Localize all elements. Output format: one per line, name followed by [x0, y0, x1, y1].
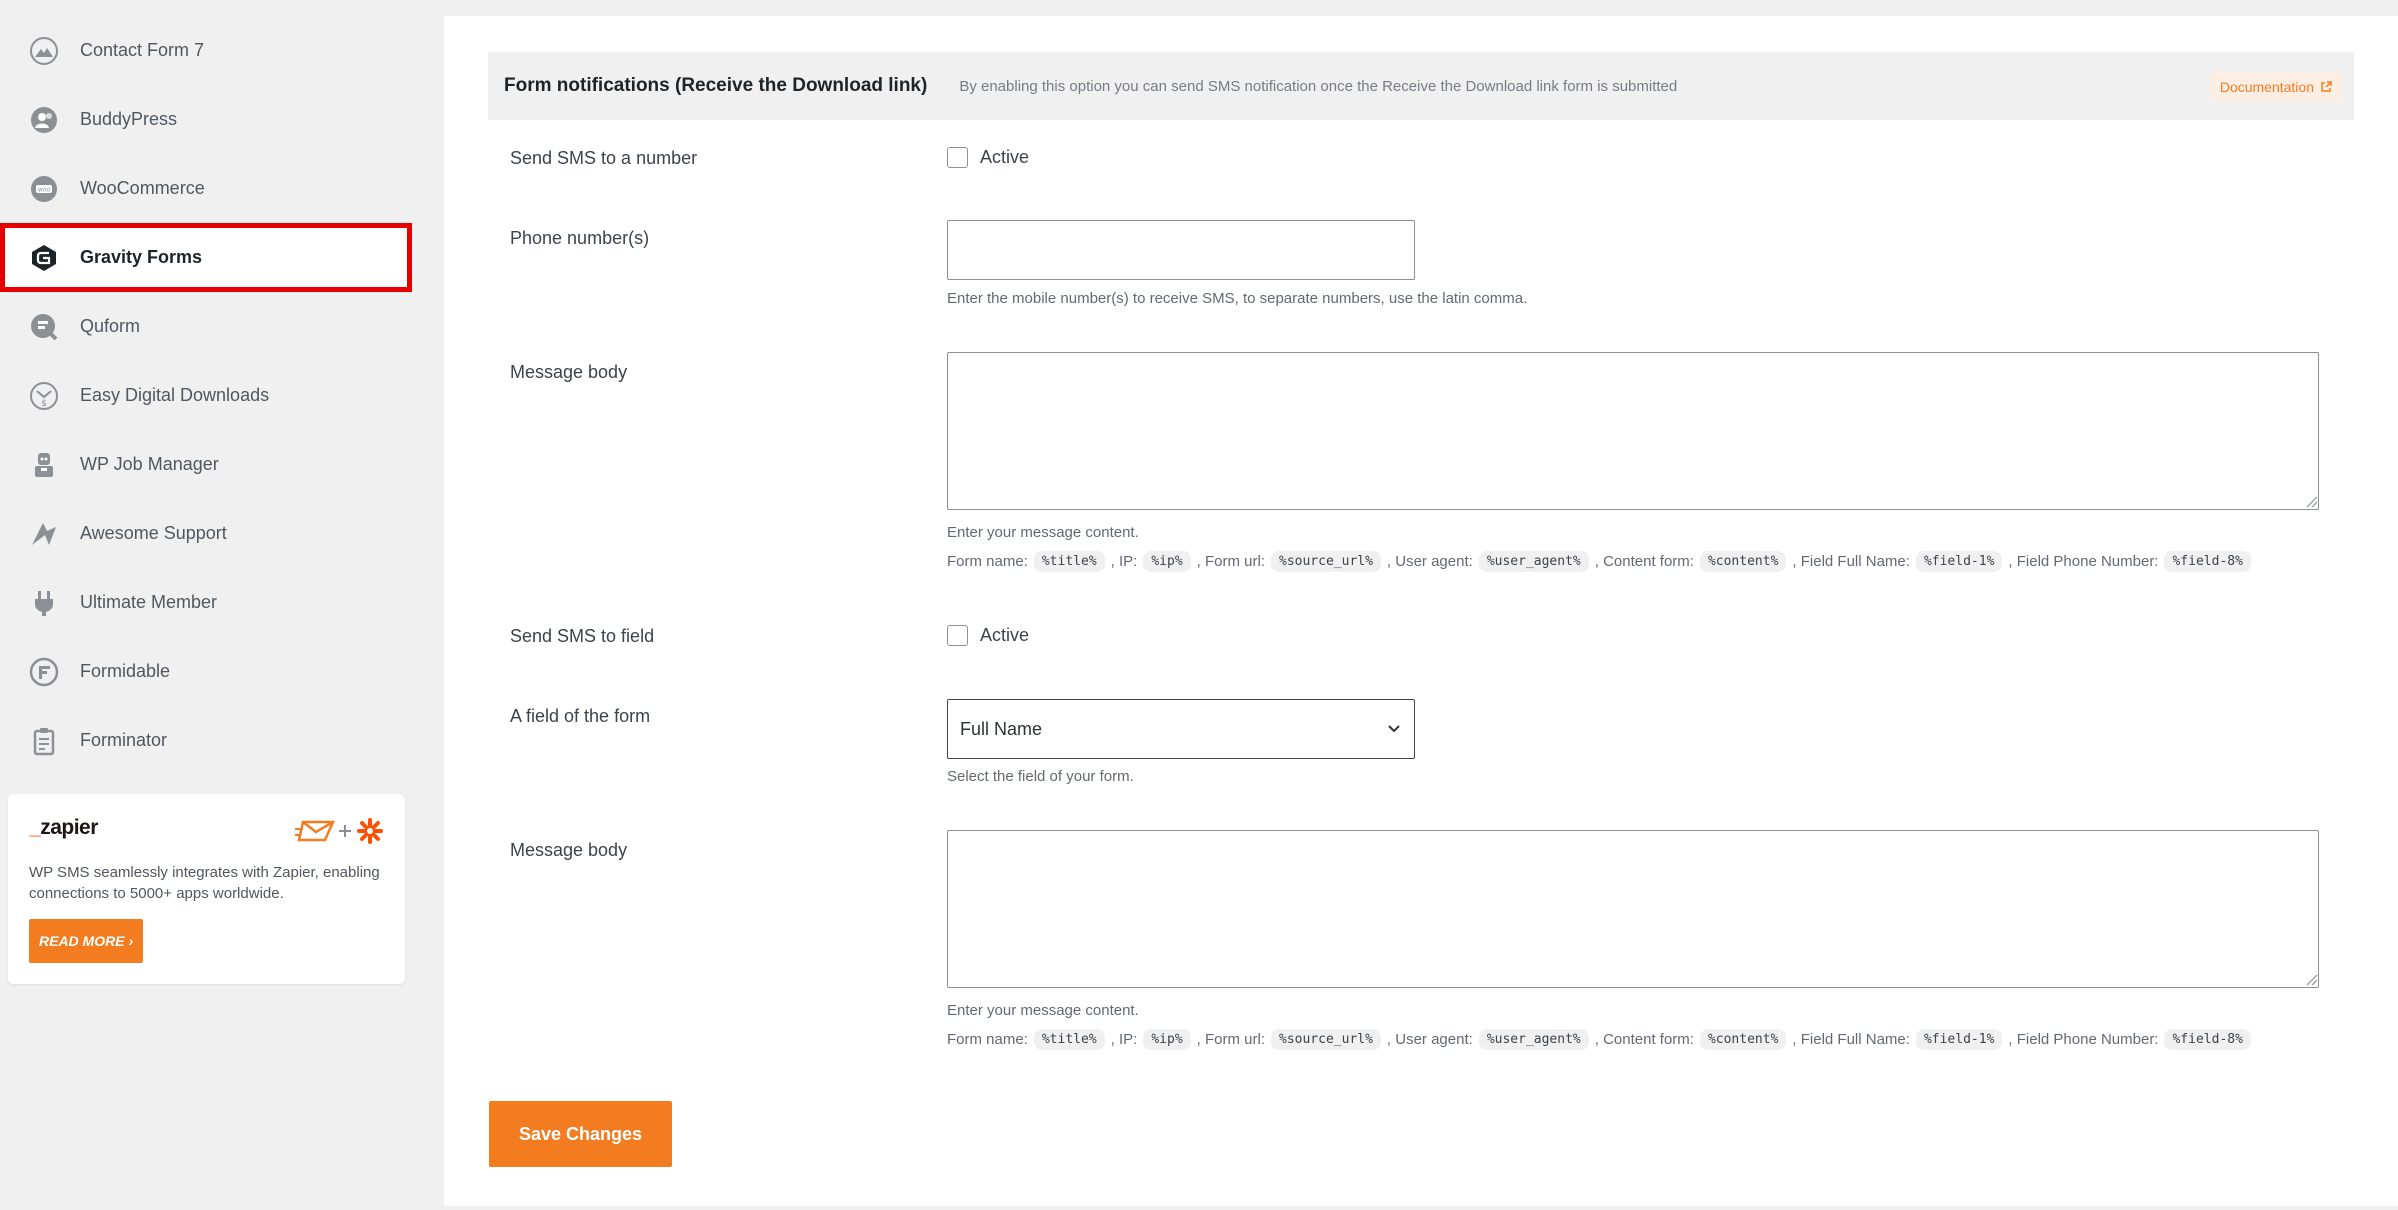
resize-handle-icon[interactable]: [2304, 494, 2318, 508]
zapier-promo-card: _zapier WP SMS seamlessly integrates wit…: [8, 794, 405, 984]
var-user-agent: %user_agent%: [1478, 1029, 1589, 1050]
sidebar-item-label: WooCommerce: [80, 178, 205, 198]
var-user-agent: %user_agent%: [1478, 551, 1589, 572]
var-field-8: %field-8%: [2164, 1029, 2251, 1050]
send-to-field-toggle[interactable]: Active: [947, 625, 1029, 646]
job-manager-icon: [28, 449, 60, 481]
send-to-number-label: Send SMS to a number: [510, 148, 698, 168]
phone-numbers-help: Enter the mobile number(s) to receive SM…: [947, 290, 1528, 307]
send-to-number-toggle[interactable]: Active: [947, 147, 1029, 168]
svg-text:woo: woo: [38, 186, 51, 193]
section-description: By enabling this option you can send SMS…: [959, 77, 1678, 95]
section-title: Form notifications (Receive the Download…: [504, 75, 928, 96]
var-ip: %ip%: [1143, 1029, 1191, 1050]
sidebar-item-label: Forminator: [80, 730, 168, 750]
var-field-1: %field-1%: [1915, 1029, 2003, 1050]
formidable-icon: [28, 656, 60, 688]
settings-panel: Form notifications (Receive the Download…: [444, 16, 2398, 1206]
sidebar-item-formidable[interactable]: Formidable: [0, 637, 420, 706]
var-title: %title%: [1033, 551, 1105, 572]
external-link-icon: [2321, 81, 2332, 92]
phone-numbers-label: Phone number(s): [510, 228, 650, 248]
sidebar-item-label: WP Job Manager: [80, 454, 219, 474]
sidebar-item-wp-job-manager[interactable]: WP Job Manager: [0, 430, 420, 499]
send-to-number-checkbox[interactable]: [947, 147, 968, 168]
form-field-label: A field of the form: [510, 706, 651, 726]
documentation-link[interactable]: Documentation: [2209, 72, 2342, 102]
plug-icon: [28, 587, 60, 619]
svg-text:$: $: [41, 399, 47, 409]
sidebar-item-label: BuddyPress: [80, 109, 178, 129]
var-title: %title%: [1033, 1029, 1105, 1050]
sidebar-item-label: Awesome Support: [80, 523, 227, 543]
clipboard-icon: [28, 725, 60, 757]
sidebar-item-label: Ultimate Member: [80, 592, 218, 612]
integration-nav: Contact Form 7 BuddyPress woo WooCommerc…: [0, 16, 420, 775]
chevron-down-icon: [1388, 725, 1400, 733]
sidebar-item-buddypress[interactable]: BuddyPress: [0, 85, 420, 154]
sidebar-item-ultimate-member[interactable]: Ultimate Member: [0, 568, 420, 637]
sidebar-item-woocommerce[interactable]: woo WooCommerce: [0, 154, 420, 223]
var-field-8: %field-8%: [2164, 551, 2251, 572]
var-source-url: %source_url%: [1271, 551, 1381, 572]
form-field-help: Select the field of your form.: [947, 768, 1134, 785]
phone-numbers-input[interactable]: [947, 220, 1415, 280]
sidebar-item-label: Formidable: [80, 661, 171, 681]
send-to-field-label: Send SMS to field: [510, 626, 655, 646]
sidebar-item-contact-form-7[interactable]: Contact Form 7: [0, 16, 420, 85]
zapier-integration-icon: [295, 818, 383, 844]
sidebar-item-label: Easy Digital Downloads: [80, 385, 270, 405]
sidebar-item-label: Gravity Forms: [80, 247, 203, 267]
zapier-logo: _zapier: [29, 816, 98, 839]
woocommerce-icon: woo: [28, 173, 60, 205]
form-field-select[interactable]: Full Name: [947, 699, 1415, 759]
gravity-forms-icon: [28, 242, 60, 274]
var-content: %content%: [1699, 551, 1787, 572]
var-ip: %ip%: [1143, 551, 1191, 572]
send-to-field-checkbox[interactable]: [947, 625, 968, 646]
section-header: Form notifications (Receive the Download…: [488, 52, 2354, 120]
template-variables: Form name: %title% , IP: %ip% , Form url:%…: [947, 1029, 2257, 1050]
sidebar-item-easy-digital-downloads[interactable]: $ Easy Digital Downloads: [0, 361, 420, 430]
sidebar: Contact Form 7 BuddyPress woo WooCommerc…: [0, 0, 420, 1210]
sidebar-item-awesome-support[interactable]: Awesome Support: [0, 499, 420, 568]
zapier-description: WP SMS seamlessly integrates with Zapier…: [29, 864, 380, 902]
mountain-icon: [28, 35, 60, 67]
resize-handle-icon[interactable]: [2304, 972, 2318, 986]
message-body-label: Message body: [510, 362, 628, 382]
var-field-1: %field-1%: [1915, 551, 2003, 572]
template-variables: Form name: %title% , IP: %ip% , Form url:%…: [947, 551, 2257, 572]
message-body-2-label: Message body: [510, 840, 628, 860]
message-body-help: Enter your message content.: [947, 524, 1139, 541]
edd-icon: $: [28, 380, 60, 412]
sidebar-item-gravity-forms[interactable]: Gravity Forms: [0, 223, 412, 292]
sidebar-item-label: Contact Form 7: [80, 40, 205, 60]
var-source-url: %source_url%: [1271, 1029, 1381, 1050]
buddypress-icon: [28, 104, 60, 136]
sidebar-item-quform[interactable]: Quform: [0, 292, 420, 361]
awesome-support-icon: [28, 518, 60, 550]
read-more-button[interactable]: READ MORE ›: [29, 919, 144, 963]
quform-icon: [28, 311, 60, 343]
var-content: %content%: [1699, 1029, 1787, 1050]
save-changes-button[interactable]: Save Changes: [489, 1101, 672, 1167]
message-body-2-help: Enter your message content.: [947, 1002, 1139, 1019]
message-body-textarea[interactable]: [947, 352, 2319, 510]
message-body-2-textarea[interactable]: [947, 830, 2319, 988]
sidebar-item-label: Quform: [80, 316, 141, 336]
sidebar-item-forminator[interactable]: Forminator: [0, 706, 420, 775]
form-field-selected: Full Name: [960, 718, 1043, 739]
